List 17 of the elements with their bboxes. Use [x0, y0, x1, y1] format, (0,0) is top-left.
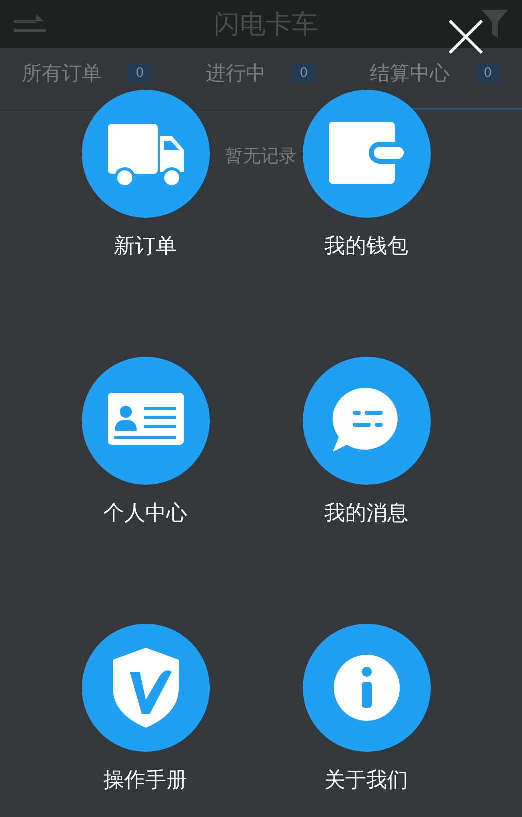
wallet-icon[interactable] — [302, 90, 430, 218]
truck-icon[interactable] — [82, 90, 210, 218]
close-icon[interactable] — [448, 19, 484, 55]
chat-bubble-icon[interactable] — [302, 357, 430, 485]
count-badge: 0 — [476, 64, 500, 82]
shield-icon[interactable] — [82, 624, 210, 752]
empty-message: 暂无记录 — [225, 145, 297, 168]
count-badge: 0 — [128, 64, 152, 82]
menu-label[interactable]: 操作手册 — [104, 766, 188, 794]
menu-label[interactable]: 我的消息 — [324, 499, 408, 527]
menu-label[interactable]: 新订单 — [114, 232, 177, 260]
menu-label[interactable]: 个人中心 — [104, 499, 188, 527]
info-icon[interactable] — [302, 624, 430, 752]
count-badge: 0 — [292, 64, 316, 82]
menu-label[interactable]: 关于我们 — [324, 766, 408, 794]
menu-label[interactable]: 我的钱包 — [324, 232, 408, 260]
id-card-icon[interactable] — [82, 357, 210, 485]
